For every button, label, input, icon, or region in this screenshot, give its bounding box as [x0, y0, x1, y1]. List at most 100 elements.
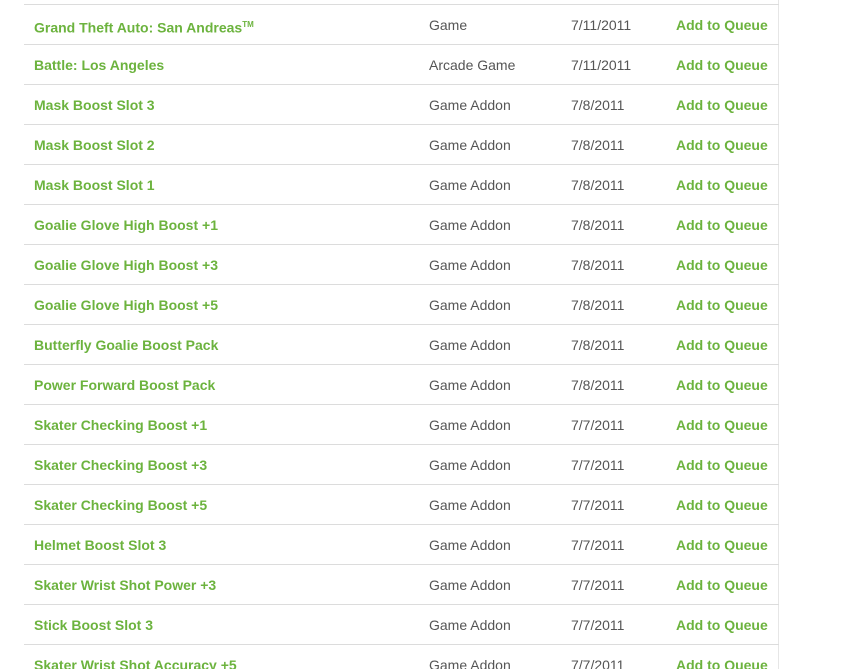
item-title-link[interactable]: Goalie Glove High Boost +1	[34, 205, 218, 245]
add-to-queue-link[interactable]: Add to Queue	[676, 485, 768, 525]
item-title-link[interactable]: Skater Wrist Shot Power +3	[34, 565, 216, 605]
item-title-link[interactable]: Butterfly Goalie Boost Pack	[34, 325, 218, 365]
list-row: Goalie Glove High Boost +5 Game Addon 7/8/…	[24, 284, 779, 324]
item-title-link[interactable]: Skater Checking Boost +5	[34, 485, 207, 525]
item-title-link[interactable]: Helmet Boost Slot 3	[34, 525, 166, 565]
list-row: Skater Wrist Shot Accuracy +5 Game Addon 7…	[24, 644, 779, 669]
item-title-text: Mask Boost Slot 1	[34, 177, 155, 193]
add-to-queue-link[interactable]: Add to Queue	[676, 325, 768, 365]
item-title-link[interactable]: Goalie Glove High Boost +3	[34, 245, 218, 285]
item-title-link[interactable]: Skater Checking Boost +1	[34, 405, 207, 445]
list-row: Goalie Glove High Boost +1 Game Addon 7/8/…	[24, 204, 779, 244]
item-type: Arcade Game	[429, 57, 516, 73]
item-title-text: Skater Checking Boost +1	[34, 417, 208, 433]
item-date: 7/8/2011	[571, 257, 625, 273]
item-date: 7/11/2011	[571, 17, 632, 33]
item-title-link[interactable]: Grand Theft Auto: San AndreasTM	[34, 5, 254, 48]
item-title-text: Goalie Glove High Boost +5	[34, 297, 218, 313]
item-date: 7/8/2011	[571, 337, 625, 353]
list-row: Stick Boost Slot 3 Game Addon 7/7/2011 Add …	[24, 604, 779, 644]
item-date: 7/8/2011	[571, 377, 625, 393]
item-title-link[interactable]: Skater Checking Boost +3	[34, 445, 207, 485]
item-title-link[interactable]: Mask Boost Slot 1	[34, 165, 155, 205]
item-date: 7/8/2011	[571, 177, 625, 193]
item-type: Game Addon	[429, 137, 511, 153]
item-date: 7/11/2011	[571, 57, 632, 73]
item-date: 7/7/2011	[571, 417, 625, 433]
add-to-queue-link[interactable]: Add to Queue	[676, 5, 768, 45]
list-row: Goalie Glove High Boost +3 Game Addon 7/8/…	[24, 244, 779, 284]
item-title-text: Helmet Boost Slot 3	[34, 537, 167, 553]
list-row: Battle: Los Angeles Arcade Game 7/11/2011 A…	[24, 44, 779, 84]
item-date: 7/8/2011	[571, 97, 625, 113]
item-title-link[interactable]: Skater Wrist Shot Accuracy +5	[34, 645, 237, 669]
list-row: Grand Theft Auto: San AndreasTM Game 7/11/…	[24, 4, 779, 44]
item-title-link[interactable]: Mask Boost Slot 3	[34, 85, 155, 125]
item-type: Game Addon	[429, 217, 511, 233]
add-to-queue-link[interactable]: Add to Queue	[676, 45, 768, 85]
release-list: Grand Theft Auto: San AndreasTM Game 7/11/…	[24, 4, 779, 669]
item-type: Game Addon	[429, 577, 511, 593]
item-type: Game Addon	[429, 337, 511, 353]
item-type: Game Addon	[429, 457, 511, 473]
item-title-link[interactable]: Battle: Los Angeles	[34, 45, 164, 85]
add-to-queue-link[interactable]: Add to Queue	[676, 205, 768, 245]
item-title-text: Mask Boost Slot 2	[34, 137, 155, 153]
item-title-text: Butterfly Goalie Boost Pack	[34, 337, 219, 353]
item-type: Game Addon	[429, 97, 511, 113]
item-type: Game Addon	[429, 657, 511, 669]
add-to-queue-link[interactable]: Add to Queue	[676, 445, 768, 485]
item-title-text: Mask Boost Slot 3	[34, 97, 155, 113]
add-to-queue-link[interactable]: Add to Queue	[676, 405, 768, 445]
item-type: Game	[429, 17, 468, 33]
add-to-queue-link[interactable]: Add to Queue	[676, 645, 768, 669]
add-to-queue-link[interactable]: Add to Queue	[676, 165, 768, 205]
add-to-queue-link[interactable]: Add to Queue	[676, 565, 768, 605]
add-to-queue-link[interactable]: Add to Queue	[676, 85, 768, 125]
item-title-text: Skater Checking Boost +3	[34, 457, 208, 473]
item-title-text: Skater Wrist Shot Accuracy +5	[34, 657, 237, 669]
add-to-queue-link[interactable]: Add to Queue	[676, 285, 768, 325]
list-row: Helmet Boost Slot 3 Game Addon 7/7/2011 Add…	[24, 524, 779, 564]
item-type: Game Addon	[429, 177, 511, 193]
item-title-text: Goalie Glove High Boost +1	[34, 217, 218, 233]
item-type: Game Addon	[429, 617, 511, 633]
list-row: Skater Checking Boost +1 Game Addon 7/7/20…	[24, 404, 779, 444]
item-date: 7/7/2011	[571, 457, 625, 473]
add-to-queue-link[interactable]: Add to Queue	[676, 525, 768, 565]
item-date: 7/8/2011	[571, 217, 625, 233]
list-row: Skater Checking Boost +3 Game Addon 7/7/20…	[24, 444, 779, 484]
item-date: 7/8/2011	[571, 137, 625, 153]
add-to-queue-link[interactable]: Add to Queue	[676, 605, 768, 645]
item-title-text: Skater Checking Boost +5	[34, 497, 208, 513]
list-row: Butterfly Goalie Boost Pack Game Addon 7/8…	[24, 324, 779, 364]
item-date: 7/7/2011	[571, 537, 625, 553]
list-row: Mask Boost Slot 2 Game Addon 7/8/2011 Add t…	[24, 124, 779, 164]
add-to-queue-link[interactable]: Add to Queue	[676, 365, 768, 405]
add-to-queue-link[interactable]: Add to Queue	[676, 125, 768, 165]
item-date: 7/7/2011	[571, 657, 625, 669]
item-title-link[interactable]: Power Forward Boost Pack	[34, 365, 215, 405]
item-type: Game Addon	[429, 377, 511, 393]
item-type: Game Addon	[429, 257, 511, 273]
item-date: 7/8/2011	[571, 297, 625, 313]
queue-page: Grand Theft Auto: San AndreasTM Game 7/11/…	[0, 0, 847, 669]
item-title-text: Power Forward Boost Pack	[34, 377, 216, 393]
trademark-mark: TM	[242, 20, 254, 29]
add-to-queue-link[interactable]: Add to Queue	[676, 245, 768, 285]
item-title-link[interactable]: Stick Boost Slot 3	[34, 605, 153, 645]
item-date: 7/7/2011	[571, 617, 625, 633]
item-title-link[interactable]: Mask Boost Slot 2	[34, 125, 155, 165]
item-date: 7/7/2011	[571, 497, 625, 513]
item-title-text: Skater Wrist Shot Power +3	[34, 577, 217, 593]
item-title-text: Goalie Glove High Boost +3	[34, 257, 218, 273]
item-type: Game Addon	[429, 417, 511, 433]
item-type: Game Addon	[429, 497, 511, 513]
item-title-link[interactable]: Goalie Glove High Boost +5	[34, 285, 218, 325]
list-row: Skater Checking Boost +5 Game Addon 7/7/20…	[24, 484, 779, 524]
item-title-text: Grand Theft Auto: San Andreas	[34, 19, 243, 36]
item-date: 7/7/2011	[571, 577, 625, 593]
item-title-text: Stick Boost Slot 3	[34, 617, 154, 633]
list-row: Mask Boost Slot 1 Game Addon 7/8/2011 Add t…	[24, 164, 779, 204]
item-type: Game Addon	[429, 297, 511, 313]
